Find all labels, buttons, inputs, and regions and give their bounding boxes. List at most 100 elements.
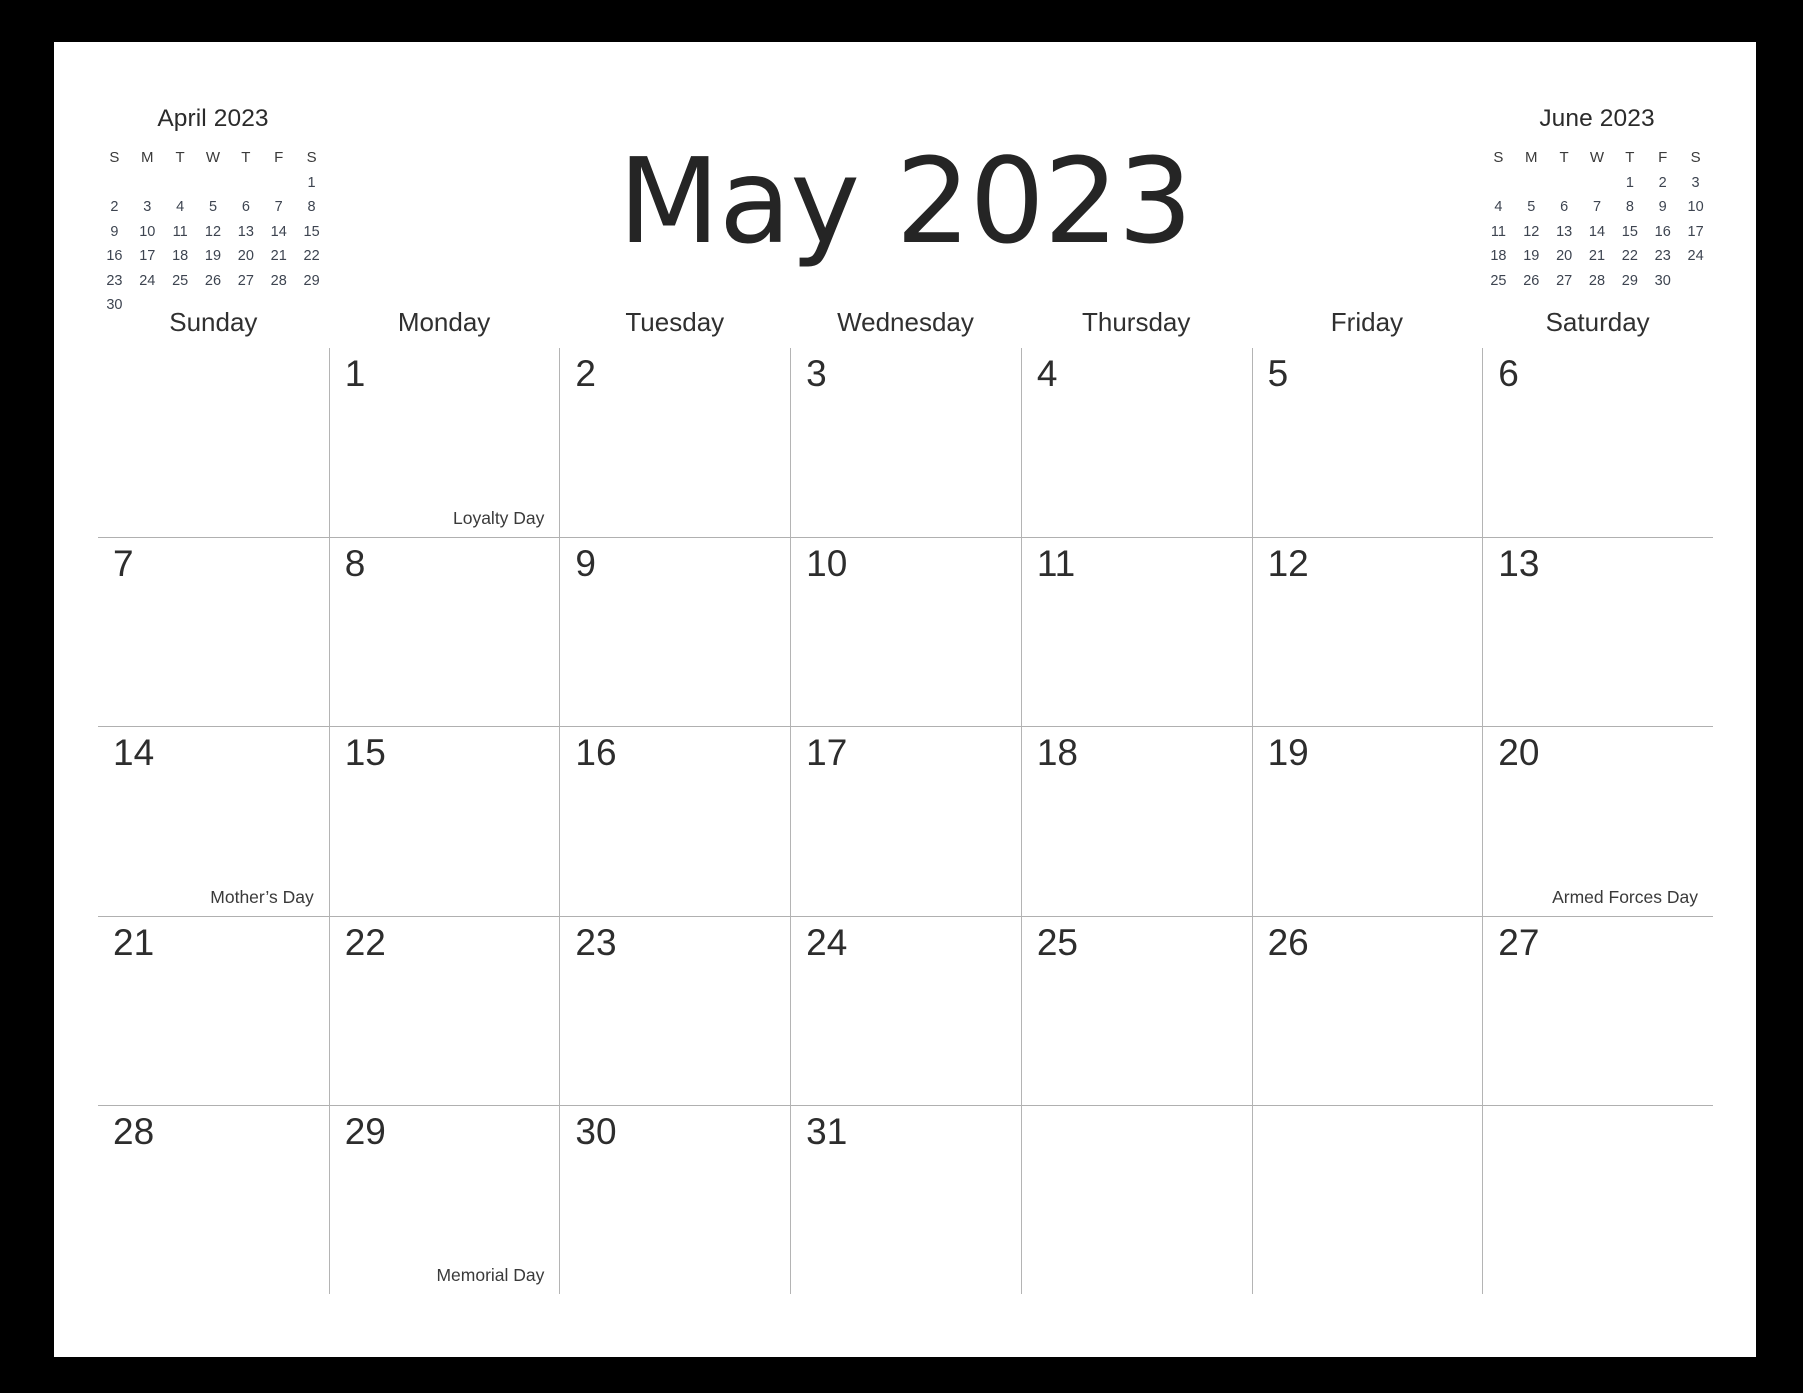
calendar-page: April 2023 S M T W T F S 1 2 3 4 5 6 7 8 9 10 11 12 13 14 15 1… <box>54 42 1756 1357</box>
mini-calendar-day[interactable]: 21 <box>1581 248 1614 264</box>
mini-calendar-day[interactable]: 13 <box>1548 224 1581 240</box>
day-number: 5 <box>1267 353 1289 394</box>
day-number: 28 <box>113 1110 155 1152</box>
mini-calendar-day[interactable]: 26 <box>197 273 230 289</box>
mini-calendar-dow: T <box>1559 149 1569 166</box>
calendar-cell[interactable]: 16 <box>559 726 791 916</box>
mini-calendar-day[interactable]: 10 <box>1679 199 1712 215</box>
calendar-cell[interactable]: 18 <box>1020 726 1252 916</box>
mini-calendar-day[interactable]: 27 <box>229 273 262 289</box>
calendar-cell[interactable]: 25 <box>1020 915 1252 1105</box>
calendar-cell[interactable]: 6 <box>1482 348 1713 538</box>
mini-calendar-dow: S <box>1690 149 1701 166</box>
day-number: 2 <box>575 353 596 394</box>
calendar-grid: 1 Loyalty Day 2 3 4 5 6 7 8 9 10 11 12 13 14 Mother’s D… <box>98 348 1713 1294</box>
mini-calendar-day[interactable]: 30 <box>1646 273 1679 289</box>
mini-calendar-next-month: June 2023 S M T W T F S 1 2 3 4 5 6 7 8 9 10 11 12 13 14 15 16… <box>1482 105 1712 289</box>
mini-calendar-day[interactable]: 4 <box>1482 199 1515 215</box>
mini-calendar-day[interactable]: 16 <box>1646 224 1679 240</box>
day-number: 30 <box>575 1110 617 1152</box>
calendar-header: April 2023 S M T W T F S 1 2 3 4 5 6 7 8 9 10 11 12 13 14 15 1… <box>54 42 1756 342</box>
calendar-cell[interactable]: 11 <box>1020 537 1252 727</box>
calendar-cell[interactable]: 4 <box>1020 348 1252 538</box>
calendar-cell[interactable]: 30 <box>559 1104 791 1294</box>
day-number: 14 <box>113 732 155 774</box>
mini-calendar-day[interactable]: 8 <box>1613 199 1646 215</box>
mini-calendar-day[interactable]: 9 <box>1646 199 1679 215</box>
day-number: 11 <box>1036 543 1076 585</box>
mini-calendar-day[interactable]: 25 <box>164 273 197 289</box>
calendar-cell[interactable]: 5 <box>1251 348 1483 538</box>
mini-calendar-day[interactable]: 27 <box>1548 273 1581 289</box>
day-number: 10 <box>806 543 848 585</box>
mini-calendar-day[interactable]: 17 <box>1679 224 1712 240</box>
mini-calendar-day[interactable]: 22 <box>1613 248 1646 264</box>
mini-calendar-day[interactable]: 6 <box>1548 199 1581 215</box>
mini-calendar-day[interactable]: 29 <box>295 273 328 289</box>
mini-calendar-day[interactable]: 29 <box>1613 273 1646 289</box>
mini-calendar-day[interactable]: 28 <box>262 273 295 289</box>
mini-calendar-day[interactable]: 26 <box>1515 273 1548 289</box>
calendar-cell[interactable]: 15 <box>328 726 560 916</box>
mini-calendar-day[interactable]: 19 <box>1515 248 1548 264</box>
calendar-cell[interactable]: 13 <box>1482 537 1713 727</box>
mini-calendar-day[interactable]: 24 <box>131 273 164 289</box>
day-number: 12 <box>1267 543 1309 585</box>
calendar-cell[interactable]: 31 <box>790 1104 1021 1294</box>
calendar-cell[interactable]: 24 <box>790 915 1021 1105</box>
calendar-cell[interactable]: 1 Loyalty Day <box>328 348 560 538</box>
mini-calendar-day[interactable]: 20 <box>1548 248 1581 264</box>
mini-calendar-dow: W <box>1589 149 1605 166</box>
day-number: 13 <box>1498 543 1540 585</box>
mini-calendar-dow: M <box>1525 149 1538 166</box>
calendar-cell[interactable]: 29 Memorial Day <box>328 1104 560 1294</box>
calendar-cell[interactable]: 28 <box>98 1104 329 1294</box>
calendar-cell[interactable]: 20 Armed Forces Day <box>1482 726 1713 916</box>
mini-calendar-day[interactable]: 24 <box>1679 248 1712 264</box>
calendar-cell[interactable]: 17 <box>790 726 1021 916</box>
calendar-cell[interactable]: 14 Mother’s Day <box>98 726 329 915</box>
mini-calendar-day[interactable]: 25 <box>1482 273 1515 289</box>
mini-calendar-day[interactable]: 15 <box>1613 224 1646 240</box>
mini-calendar-dow: F <box>1658 149 1668 166</box>
day-number: 22 <box>344 921 386 963</box>
calendar-cell[interactable]: 7 <box>98 537 329 726</box>
day-number: 20 <box>1498 732 1540 774</box>
mini-calendar-day[interactable]: 18 <box>1482 248 1515 264</box>
day-number: 18 <box>1036 732 1078 774</box>
day-number: 31 <box>806 1110 848 1152</box>
mini-calendar-next-title: June 2023 <box>1539 105 1655 132</box>
calendar-cell[interactable]: 22 <box>328 915 560 1105</box>
calendar-cell[interactable]: 19 <box>1251 726 1483 916</box>
day-number: 6 <box>1498 353 1519 394</box>
calendar-cell[interactable]: 9 <box>559 537 791 727</box>
calendar-cell[interactable]: 10 <box>790 537 1021 727</box>
mini-calendar-day[interactable]: 11 <box>1482 224 1515 240</box>
calendar-cell[interactable]: 21 <box>98 915 329 1105</box>
mini-calendar-day[interactable]: 23 <box>98 273 131 289</box>
calendar-cell[interactable]: 26 <box>1251 915 1483 1105</box>
calendar-cell[interactable]: 12 <box>1251 537 1483 727</box>
mini-calendar-day-empty <box>1679 273 1712 289</box>
calendar-cell[interactable]: 27 <box>1482 915 1713 1105</box>
mini-calendar-next-grid: S M T W T F S 1 2 3 4 5 6 7 8 9 10 11 12 13 14 15 16 17 18 19 20 21… <box>1482 149 1712 289</box>
calendar-cell[interactable]: 8 <box>328 537 560 727</box>
mini-calendar-day[interactable]: 28 <box>1581 273 1614 289</box>
weekday-header-thursday: Thursday <box>1082 307 1191 337</box>
calendar-cell[interactable]: 2 <box>559 348 790 538</box>
mini-calendar-day[interactable]: 1 <box>1613 175 1646 191</box>
calendar-cell[interactable]: 23 <box>559 915 791 1105</box>
mini-calendar-day[interactable]: 14 <box>1581 224 1614 240</box>
mini-calendar-dow: T <box>1625 149 1635 166</box>
mini-calendar-day[interactable]: 7 <box>1581 199 1614 215</box>
weekday-header-monday: Monday <box>397 307 491 337</box>
weekday-header-saturday: Saturday <box>1545 307 1650 337</box>
day-number: 21 <box>113 921 155 963</box>
mini-calendar-day[interactable]: 23 <box>1646 248 1679 264</box>
mini-calendar-day-empty <box>1548 175 1581 191</box>
calendar-cell[interactable]: 3 <box>790 348 1021 538</box>
mini-calendar-day[interactable]: 5 <box>1515 199 1548 215</box>
mini-calendar-day[interactable]: 12 <box>1515 224 1548 240</box>
mini-calendar-day[interactable]: 3 <box>1679 175 1712 191</box>
mini-calendar-day[interactable]: 2 <box>1646 175 1679 191</box>
